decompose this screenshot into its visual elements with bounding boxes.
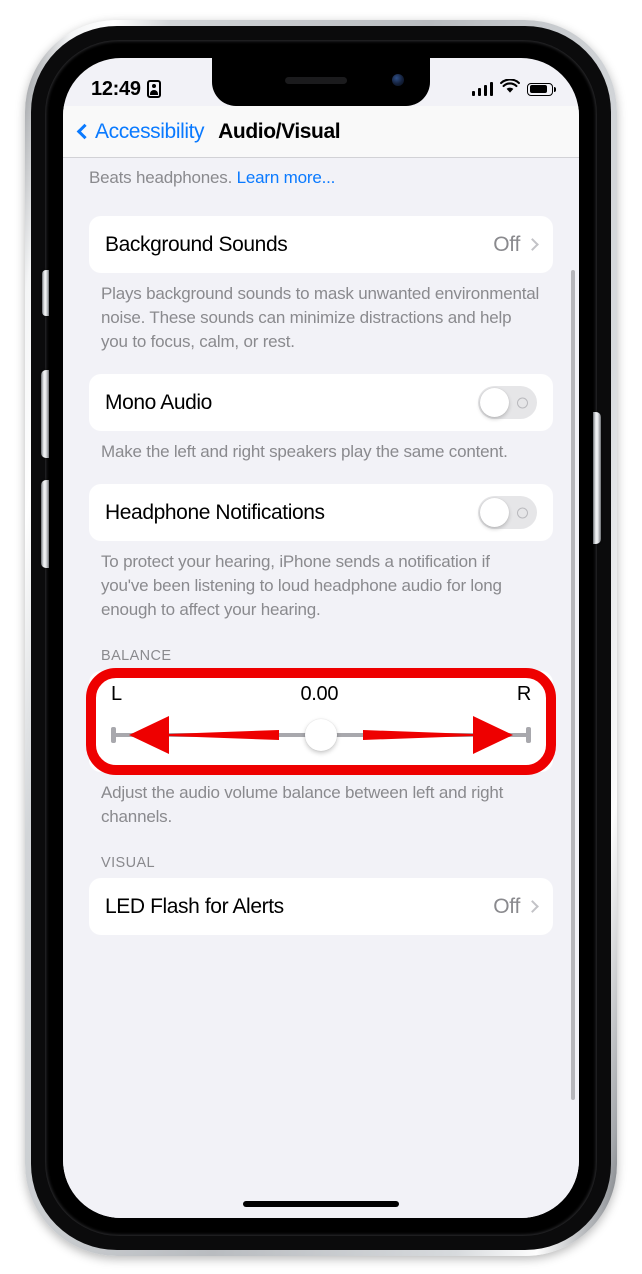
footnote-balance: Adjust the audio volume balance between … (101, 783, 504, 826)
card-mono-audio: Mono Audio (89, 374, 553, 431)
row-value: Off (493, 232, 520, 256)
status-time: 12:49 (91, 77, 141, 100)
scrollbar[interactable] (571, 270, 575, 1100)
balance-right-label: R (516, 683, 531, 705)
footnote-background-sounds: Plays background sounds to mask unwanted… (101, 284, 540, 351)
device-bezel: 12:49 Accessibility Audio/Visual Beats h… (41, 40, 601, 1236)
silent-switch[interactable] (42, 270, 49, 316)
slider-cap-right (526, 727, 531, 743)
page-title: Audio/Visual (218, 119, 341, 143)
slider-knob[interactable] (305, 719, 337, 751)
volume-down-button[interactable] (41, 480, 49, 568)
footnote-mono-audio: Make the left and right speakers play th… (101, 442, 508, 461)
wifi-icon (500, 78, 520, 99)
row-background-sounds[interactable]: Background Sounds Off (89, 216, 553, 273)
status-bar-right (471, 78, 557, 99)
footnote-headphone-notifications: To protect your hearing, iPhone sends a … (101, 552, 502, 619)
toggle-off-indicator-icon (517, 397, 528, 408)
card-headphone-notifications: Headphone Notifications (89, 484, 553, 541)
toggle-knob (480, 388, 509, 417)
battery-icon (527, 82, 557, 96)
navigation-bar: Accessibility Audio/Visual (63, 106, 579, 158)
row-mono-audio[interactable]: Mono Audio (89, 374, 553, 431)
back-button-label: Accessibility (95, 119, 205, 143)
slider-cap-left (111, 727, 116, 743)
card-background-sounds: Background Sounds Off (89, 216, 553, 273)
status-bar-left: 12:49 (91, 78, 161, 101)
partial-footnote: Beats headphones. Learn more... (89, 158, 553, 190)
chevron-right-icon (526, 238, 539, 251)
row-label: Headphone Notifications (105, 500, 325, 524)
settings-scroll-area[interactable]: Beats headphones. Learn more... Backgrou… (63, 158, 579, 1218)
home-indicator[interactable] (243, 1201, 399, 1207)
card-visual: LED Flash for Alerts Off (89, 878, 553, 935)
cellular-signal-icon (471, 82, 493, 96)
phone-screen: 12:49 Accessibility Audio/Visual Beats h… (63, 58, 579, 1218)
headphone-notifications-toggle[interactable] (478, 496, 537, 529)
learn-more-link[interactable]: Learn more... (237, 168, 336, 187)
iphone-device-frame: 12:49 Accessibility Audio/Visual Beats h… (25, 20, 617, 1256)
status-bar: 12:49 (63, 58, 579, 106)
row-label: LED Flash for Alerts (105, 894, 284, 918)
personal-hotspot-icon (146, 80, 161, 98)
row-led-flash-for-alerts[interactable]: LED Flash for Alerts Off (89, 878, 553, 935)
toggle-off-indicator-icon (517, 507, 528, 518)
power-button[interactable] (593, 412, 601, 544)
row-headphone-notifications[interactable]: Headphone Notifications (89, 484, 553, 541)
row-label: Mono Audio (105, 390, 212, 414)
row-value: Off (493, 894, 520, 918)
balance-value: 0.00 (300, 683, 339, 705)
back-button[interactable]: Accessibility (75, 119, 205, 144)
toggle-knob (480, 498, 509, 527)
balance-slider[interactable] (107, 716, 535, 754)
mono-audio-toggle[interactable] (478, 386, 537, 419)
volume-up-button[interactable] (41, 370, 49, 458)
section-header-balance: BALANCE (101, 648, 172, 664)
balance-left-label: L (111, 683, 122, 705)
device-body: 12:49 Accessibility Audio/Visual Beats h… (31, 26, 611, 1250)
section-header-visual: VISUAL (101, 855, 155, 871)
card-balance: L 0.00 R (89, 671, 553, 772)
balance-labels: L 0.00 R (107, 683, 535, 706)
partial-footnote-text: Beats headphones. (89, 168, 237, 187)
chevron-right-icon (526, 900, 539, 913)
row-accessory: Off (493, 894, 539, 919)
row-accessory: Off (493, 232, 539, 257)
row-label: Background Sounds (105, 232, 288, 256)
chevron-left-icon (76, 123, 93, 140)
